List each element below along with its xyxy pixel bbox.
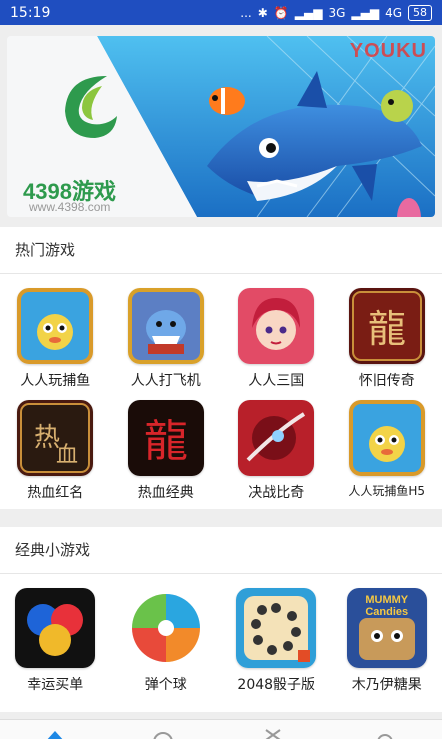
three-kingdoms-game-icon bbox=[238, 288, 315, 364]
red-dragon-game-icon: 龍 bbox=[127, 400, 204, 476]
game-tile[interactable]: 幸运买单 bbox=[0, 588, 111, 694]
network-type-2: 4G bbox=[385, 5, 402, 20]
circle-icon[interactable] bbox=[152, 728, 174, 739]
bottom-tab-bar bbox=[0, 719, 442, 739]
game-tile[interactable]: 龍 怀旧传奇 bbox=[332, 288, 442, 390]
notification-dots: ... bbox=[240, 5, 252, 20]
game-tile[interactable]: 2048骰子版 bbox=[221, 588, 332, 694]
game-label: 人人玩捕鱼 bbox=[20, 373, 91, 389]
beach-ball-icon bbox=[125, 588, 206, 668]
classic-games-section: 经典小游戏 幸运买单 弹个球 2048骰子版 MUMMY Candies 木乃伊… bbox=[0, 527, 442, 712]
game-tile[interactable]: 决战比奇 bbox=[221, 400, 332, 502]
svg-text:血: 血 bbox=[56, 443, 78, 468]
game-label: 人人三国 bbox=[248, 373, 305, 389]
promo-banner[interactable]: 4398游戏 www.4398.com YOUKU bbox=[7, 36, 435, 217]
game-tile[interactable]: 人人三国 bbox=[221, 288, 332, 390]
section-title: 热门游戏 bbox=[0, 227, 442, 274]
shark-plane-game-icon bbox=[127, 288, 204, 364]
game-tile[interactable]: MUMMY Candies 木乃伊糖果 bbox=[332, 588, 442, 694]
signal-icon: ▂▄▆ bbox=[294, 5, 323, 20]
game-label: 怀旧传奇 bbox=[358, 373, 415, 389]
fish-h5-game-icon bbox=[348, 400, 425, 476]
mummy-logo-text: MUMMY Candies bbox=[365, 594, 409, 618]
game-tile[interactable]: 龍 热血经典 bbox=[111, 400, 222, 502]
lucky-balls-icon bbox=[15, 588, 96, 668]
youku-watermark: YOUKU bbox=[349, 40, 427, 62]
dragon-legend-game-icon: 龍 bbox=[348, 288, 425, 364]
search-icon[interactable] bbox=[374, 728, 396, 739]
fish-game-icon bbox=[17, 288, 94, 364]
game-icon[interactable] bbox=[262, 728, 284, 739]
game-label: 热血红名 bbox=[27, 485, 84, 501]
dice-icon bbox=[236, 588, 317, 668]
game-tile[interactable]: 人人玩捕鱼H5 bbox=[332, 400, 442, 502]
game-tile[interactable]: 热血 热血红名 bbox=[0, 400, 111, 502]
game-label: 人人打飞机 bbox=[130, 373, 201, 389]
battery-indicator: 58 bbox=[408, 4, 432, 21]
logo-url: www.4398.com bbox=[29, 200, 111, 214]
battle-game-icon bbox=[238, 400, 315, 476]
game-label: 弹个球 bbox=[144, 677, 187, 693]
svg-text:龍: 龍 bbox=[144, 416, 188, 467]
game-tile[interactable]: 人人打飞机 bbox=[111, 288, 222, 390]
game-tile[interactable]: 弹个球 bbox=[111, 588, 222, 694]
home-icon[interactable] bbox=[44, 728, 66, 739]
hot-games-section: 热门游戏 人人玩捕鱼 人人打飞机 人人三国 龍 怀旧传奇 热 血 热血红名 龍 … bbox=[0, 227, 442, 509]
bluetooth-icon: ✱ bbox=[257, 5, 268, 20]
game-tile[interactable]: 人人玩捕鱼 bbox=[0, 288, 111, 390]
game-label: 2048骰子版 bbox=[237, 677, 316, 693]
status-time: 15:19 bbox=[10, 4, 51, 21]
section-title: 经典小游戏 bbox=[0, 527, 442, 574]
game-label: 热血经典 bbox=[137, 485, 194, 501]
signal-icon-2: ▂▄▆ bbox=[351, 5, 380, 20]
alarm-icon: ⏰ bbox=[273, 5, 289, 20]
status-bar: 15:19 ... ✱ ⏰ ▂▄▆ 3G ▂▄▆ 4G 58 bbox=[0, 0, 442, 25]
game-label: 人人玩捕鱼H5 bbox=[348, 484, 426, 498]
game-label: 决战比奇 bbox=[248, 485, 305, 501]
hot-blood-game-icon: 热血 bbox=[17, 400, 94, 476]
game-label: 木乃伊糖果 bbox=[351, 677, 422, 693]
mummy-candies-icon: MUMMY Candies bbox=[346, 588, 427, 668]
network-type-1: 3G bbox=[328, 5, 346, 20]
game-label: 幸运买单 bbox=[27, 677, 84, 693]
svg-text:龍: 龍 bbox=[368, 307, 406, 351]
status-icons: ... ✱ ⏰ ▂▄▆ 3G ▂▄▆ 4G 58 bbox=[240, 4, 432, 21]
4398-logo-icon bbox=[65, 76, 117, 138]
